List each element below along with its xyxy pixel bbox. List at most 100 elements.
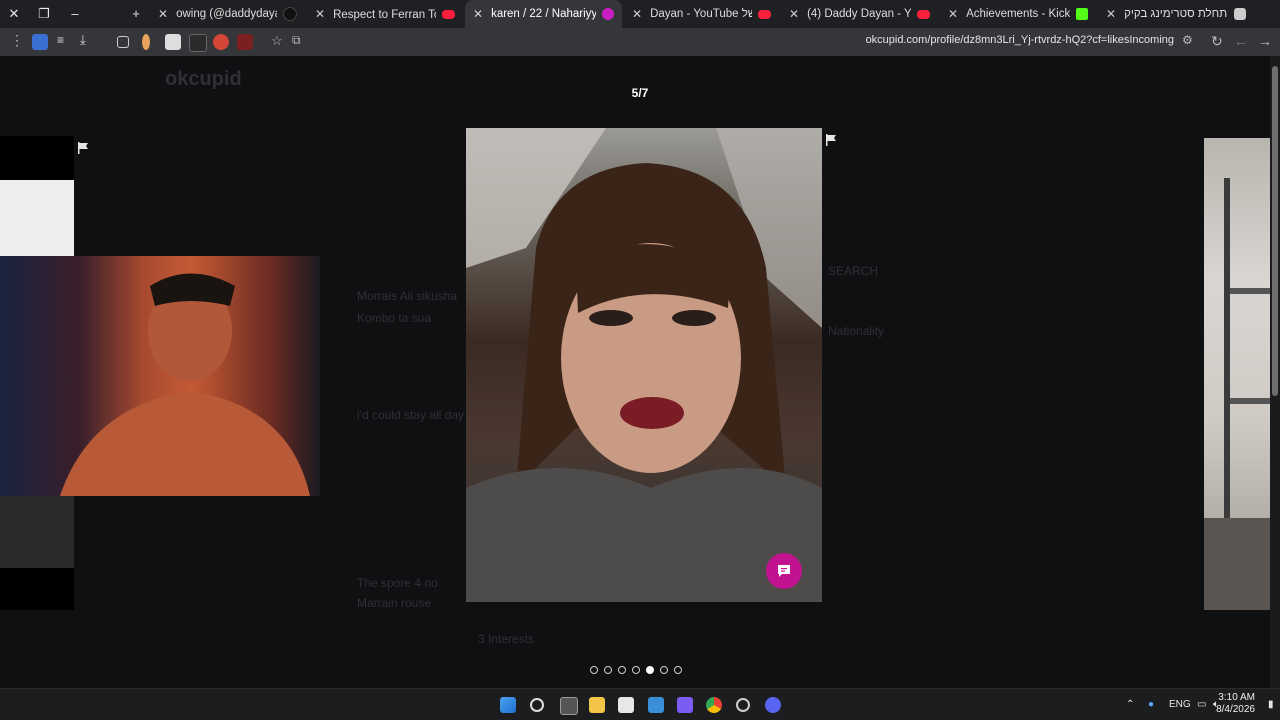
notification-icon[interactable]: ▮ — [1268, 699, 1274, 710]
prev-photo-strip[interactable] — [0, 496, 74, 568]
search-icon[interactable] — [530, 698, 544, 712]
tab-youtube-ferran[interactable]: ✕ Respect to Ferran Torres 💞#fo — [307, 0, 463, 28]
tab-close-icon[interactable]: ✕ — [1106, 7, 1116, 21]
tab-title: התחלת סטרימינג בקיק — [1124, 8, 1228, 20]
address-bar[interactable]: okcupid.com/profile/dz8mn3Lri_Yj-rtvrdz-… — [866, 34, 1174, 46]
forward-icon[interactable]: ← — [1234, 33, 1248, 49]
youtube-icon — [442, 9, 455, 19]
profile-text: SEARCH — [828, 264, 879, 278]
profile-text: i'd could stay all day — [357, 408, 465, 422]
settings-icon[interactable] — [736, 698, 750, 712]
extension-icon[interactable] — [213, 34, 229, 50]
extension-icon[interactable] — [142, 34, 150, 50]
tab-tiktok[interactable]: ✕ owing (@daddydayan) | TikTok — [150, 0, 305, 28]
report-flag-icon[interactable] — [77, 142, 89, 154]
video-overlay-image — [0, 256, 320, 496]
current-profile-photo[interactable] — [466, 128, 822, 602]
chat-bubble-icon — [778, 565, 790, 577]
okcupid-logo: okcupid — [165, 68, 242, 90]
person-silhouette-icon — [60, 273, 310, 496]
pagination-dot[interactable] — [674, 666, 682, 674]
page-scrollbar[interactable] — [1270, 56, 1280, 688]
profile-text: Morrais Ali sikusha — [357, 289, 458, 303]
next-photo-preview[interactable] — [1204, 138, 1270, 610]
close-window-icon[interactable]: ✕ — [4, 4, 24, 24]
tab-title: Respect to Ferran Torres 💞#fo — [333, 9, 436, 21]
pagination-dot[interactable] — [660, 666, 668, 674]
tab-close-icon[interactable]: ✕ — [473, 7, 483, 21]
youtube-icon — [917, 9, 930, 19]
new-tab-icon[interactable]: + — [126, 4, 146, 24]
pagination-dot[interactable] — [632, 666, 640, 674]
report-flag-icon[interactable] — [825, 134, 837, 146]
microsoft-store-icon[interactable] — [618, 697, 634, 713]
pagination-dot[interactable] — [590, 666, 598, 674]
task-view-icon[interactable] — [560, 697, 578, 715]
extension-icon[interactable] — [165, 34, 181, 50]
discord-icon[interactable] — [765, 697, 781, 713]
bookmark-star-icon[interactable]: ☆ — [271, 33, 283, 49]
gym-image — [1204, 178, 1270, 610]
network-icon[interactable]: ▭ — [1197, 699, 1206, 710]
extension-icon[interactable] — [32, 34, 48, 50]
prev-photo-strip[interactable] — [0, 180, 74, 256]
clock-time: 3:10 AM — [1218, 692, 1255, 703]
profile-text: 3 Interests — [478, 632, 535, 646]
show-hidden-icons-icon[interactable]: ⌃ — [1126, 699, 1134, 710]
kick-icon — [1076, 8, 1088, 20]
file-explorer-icon[interactable] — [589, 697, 605, 713]
chrome-icon[interactable] — [706, 697, 722, 713]
photo-viewer-overlay: okcupid Morrais Ali sikusha Kombo ta sua… — [0, 56, 1280, 688]
profile-text: Marrain rouse — [357, 596, 432, 610]
youtube-icon — [758, 9, 771, 19]
scrollbar-thumb[interactable] — [1272, 66, 1278, 396]
site-settings-icon[interactable]: ⚙ — [1182, 33, 1193, 47]
tab-title: Dayan - YouTube הקהילה של — [650, 8, 752, 20]
windows-start-icon[interactable] — [500, 697, 516, 713]
portrait-image — [466, 128, 822, 602]
tab-title: owing (@daddydayan) | TikTok — [176, 8, 277, 20]
tab-close-icon[interactable]: ✕ — [948, 7, 958, 21]
tab-close-icon[interactable]: ✕ — [789, 7, 799, 21]
pagination-dot[interactable] — [604, 666, 612, 674]
tab-strip: ✕ ❐ – + ✕ owing (@daddydayan) | TikTok ✕… — [0, 0, 1280, 28]
clock-date: 8/4/2026 — [1216, 704, 1255, 715]
tiktok-icon — [283, 7, 297, 21]
download-icon[interactable]: ⤓ — [80, 32, 96, 48]
prev-photo-strip[interactable] — [0, 568, 74, 610]
system-clock[interactable]: 3:10 AM 8/4/2026 — [1216, 692, 1255, 716]
share-icon[interactable]: ⧉ — [292, 33, 301, 48]
okcupid-icon — [602, 8, 614, 20]
tab-kick-streaming[interactable]: ✕ התחלת סטרימינג בקיק — [1098, 0, 1254, 28]
profile-text: The spore 4 no — [357, 576, 438, 590]
tab-title: (4) Daddy Dayan - YouTube — [807, 8, 911, 20]
language-indicator[interactable]: ENG — [1169, 699, 1191, 710]
menu-dots-icon[interactable]: ⋮ — [10, 32, 24, 49]
tab-close-icon[interactable]: ✕ — [632, 7, 642, 21]
puzzle-icon[interactable] — [117, 36, 129, 48]
photos-icon[interactable] — [648, 697, 664, 713]
tab-youtube-community[interactable]: ✕ Dayan - YouTube הקהילה של — [624, 0, 779, 28]
tab-youtube-daddy-dayan[interactable]: ✕ (4) Daddy Dayan - YouTube — [781, 0, 938, 28]
extension-icon[interactable] — [189, 34, 207, 52]
reload-icon[interactable]: ↻ — [1211, 33, 1223, 50]
tab-close-icon[interactable]: ✕ — [315, 7, 325, 21]
browser-toolbar: ⋮ ≡ ⤓ ☆ ⧉ okcupid.com/profile/dz8mn3Lri_… — [0, 28, 1280, 56]
tab-close-icon[interactable]: ✕ — [158, 7, 168, 21]
back-icon[interactable]: → — [1258, 33, 1272, 49]
reading-list-icon[interactable]: ≡ — [57, 33, 73, 49]
photo-counter: 5/7 — [631, 86, 649, 100]
microphone-icon[interactable]: ● — [1148, 699, 1154, 710]
profile-text: Kombo ta sua — [357, 311, 432, 325]
restore-window-icon[interactable]: ❐ — [34, 4, 54, 24]
tab-kick-dashboard[interactable]: ✕ Achievements - Kick Dashboard — [940, 0, 1096, 28]
pagination-dot[interactable] — [646, 666, 654, 674]
prev-photo-strip[interactable] — [0, 136, 74, 180]
tab-okcupid[interactable]: ✕ karen / 22 / Nahariyya | OkCup — [465, 0, 622, 28]
minimize-window-icon[interactable]: – — [65, 4, 85, 24]
windows-taskbar: ⌃ ● ENG ▭ 🔈︎ 3:10 AM 8/4/2026 ▮ — [0, 688, 1280, 720]
app-icon[interactable] — [677, 697, 693, 713]
message-button[interactable] — [766, 553, 802, 589]
pagination-dot[interactable] — [618, 666, 626, 674]
extension-icon[interactable] — [237, 34, 253, 50]
